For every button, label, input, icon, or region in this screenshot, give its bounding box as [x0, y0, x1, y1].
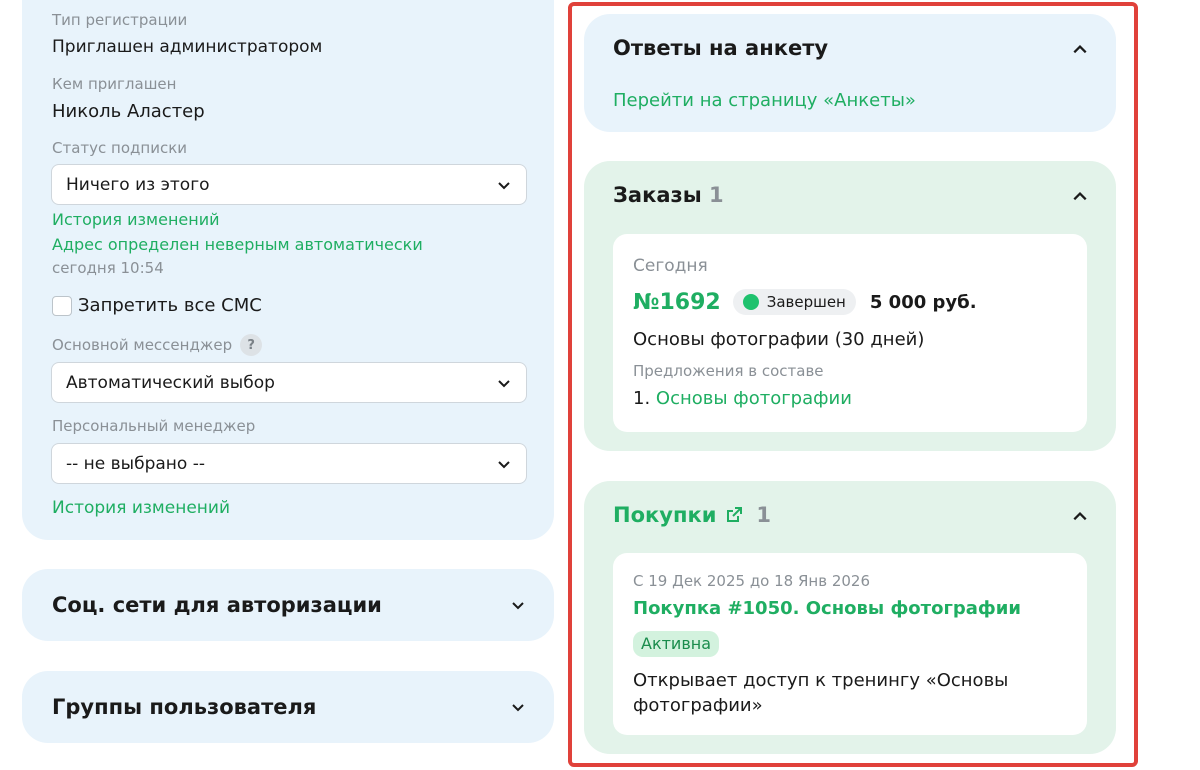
- chevron-down-icon: [496, 456, 512, 472]
- purchase-status-pill: Активна: [633, 631, 720, 657]
- offer-row: 1. Основы фотографии: [633, 388, 852, 409]
- purchases-count: 1: [756, 503, 772, 527]
- questionnaire-title: Ответы на анкету: [613, 36, 829, 60]
- chevron-down-icon: [496, 177, 512, 193]
- orders-title-row: Заказы 1: [613, 183, 724, 207]
- purchase-status: Активна: [633, 631, 720, 657]
- purchases-title-link[interactable]: Покупки: [613, 503, 716, 527]
- orders-card: Заказы 1 Сегодня №1692 Завершен 5 000 ру…: [584, 161, 1116, 451]
- social-auth-section[interactable]: Соц. сети для авторизации: [22, 569, 554, 641]
- chevron-down-icon[interactable]: [510, 597, 526, 613]
- orders-count: 1: [709, 183, 724, 207]
- history-link[interactable]: История изменений: [52, 498, 230, 518]
- chevron-down-icon[interactable]: [510, 699, 526, 715]
- external-link-icon[interactable]: [724, 505, 744, 525]
- orders-title: Заказы: [613, 183, 702, 207]
- address-note[interactable]: Адрес определен неверным автоматически: [52, 235, 423, 254]
- invited-by-label: Кем приглашен: [52, 75, 177, 93]
- help-icon[interactable]: ?: [240, 334, 263, 356]
- purchases-card: Покупки 1 С 19 Дек 2025 до 18 Янв 2026 П…: [584, 481, 1116, 754]
- subscription-status-select[interactable]: Ничего из этого: [51, 164, 527, 205]
- questionnaire-link[interactable]: Перейти на страницу «Анкеты»: [613, 90, 916, 111]
- offer-link[interactable]: Основы фотографии: [656, 388, 852, 409]
- manager-label: Персональный менеджер: [52, 417, 256, 435]
- sms-block-row[interactable]: Запретить все СМС: [52, 295, 262, 316]
- social-auth-title: Соц. сети для авторизации: [52, 593, 382, 617]
- order-header: №1692 Завершен 5 000 руб.: [633, 289, 977, 315]
- chevron-down-icon: [496, 375, 512, 391]
- purchases-title-row: Покупки 1: [613, 503, 771, 527]
- order-price: 5 000 руб.: [869, 291, 977, 313]
- purchase-period: С 19 Дек 2025 до 18 Янв 2026: [633, 572, 870, 590]
- chevron-up-icon[interactable]: [1072, 509, 1088, 525]
- status-dot-icon: [742, 294, 759, 310]
- messenger-value: Автоматический выбор: [66, 372, 275, 393]
- user-groups-title: Группы пользователя: [52, 695, 317, 719]
- sms-block-label: Запретить все СМС: [78, 295, 262, 316]
- chevron-up-icon[interactable]: [1072, 189, 1088, 205]
- chevron-up-icon[interactable]: [1072, 42, 1088, 58]
- order-product: Основы фотографии (30 дней): [633, 329, 925, 350]
- history-link[interactable]: История изменений: [52, 210, 220, 229]
- order-item: Сегодня №1692 Завершен 5 000 руб. Основы…: [613, 234, 1087, 432]
- status-badge: Завершен: [732, 289, 856, 315]
- registration-type-label: Тип регистрации: [52, 11, 188, 29]
- purchase-item: С 19 Дек 2025 до 18 Янв 2026 Покупка #10…: [613, 553, 1087, 735]
- profile-card: Тип регистрации Приглашен администраторо…: [22, 0, 554, 540]
- order-date: Сегодня: [633, 256, 708, 276]
- status-text: Завершен: [766, 293, 846, 311]
- order-number-link[interactable]: №1692: [633, 290, 721, 315]
- user-groups-section[interactable]: Группы пользователя: [22, 671, 554, 743]
- invited-by-link[interactable]: Николь Аластер: [52, 101, 205, 122]
- questionnaire-card: Ответы на анкету Перейти на страницу «Ан…: [584, 14, 1116, 132]
- offer-index: 1.: [633, 388, 651, 409]
- offers-label: Предложения в составе: [633, 362, 824, 380]
- messenger-label: Основной мессенджер: [52, 336, 233, 354]
- messenger-label-row: Основной мессенджер ?: [52, 334, 263, 356]
- registration-type-value: Приглашен администратором: [52, 37, 323, 57]
- manager-value: -- не выбрано --: [66, 453, 205, 474]
- sms-block-checkbox[interactable]: [52, 295, 72, 316]
- manager-select[interactable]: -- не выбрано --: [51, 443, 527, 484]
- address-time: сегодня 10:54: [52, 259, 164, 277]
- purchase-name-link[interactable]: Покупка #1050. Основы фотографии: [633, 598, 1021, 619]
- subscription-status-value: Ничего из этого: [66, 174, 210, 195]
- subscription-status-label: Статус подписки: [52, 139, 187, 157]
- purchase-description: Открывает доступ к тренингу «Основы фото…: [633, 670, 1009, 716]
- messenger-select[interactable]: Автоматический выбор: [51, 362, 527, 403]
